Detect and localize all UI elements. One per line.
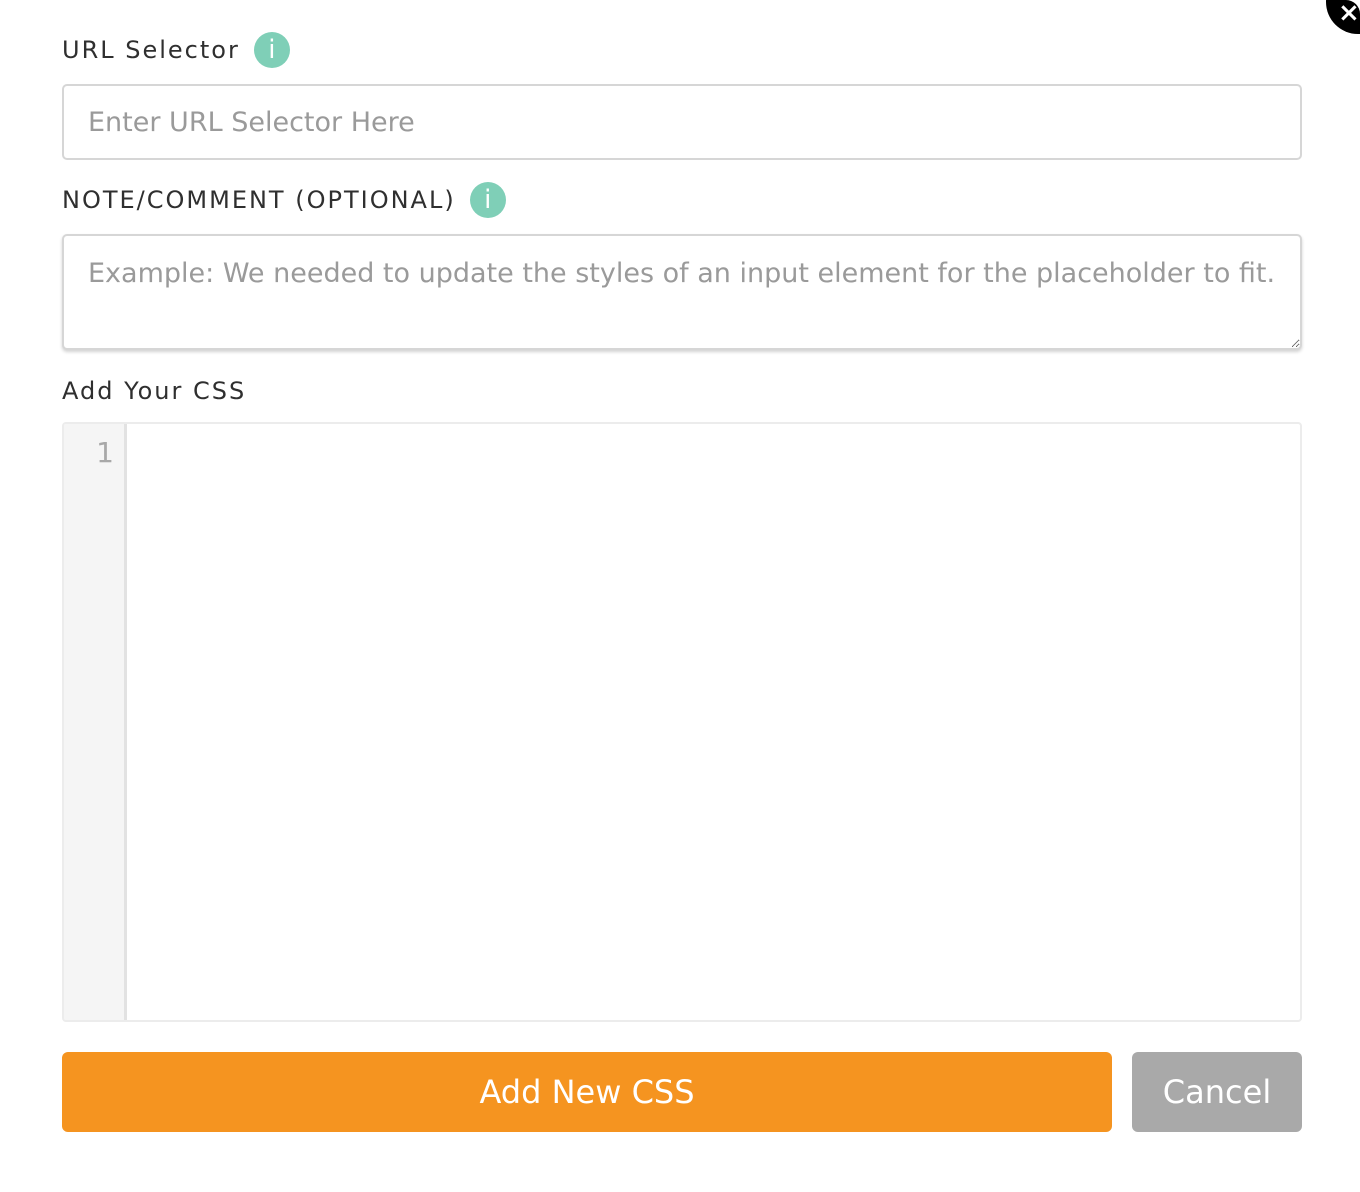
url-selector-label-row: URL Selector i	[62, 30, 290, 70]
url-selector-label: URL Selector	[62, 36, 240, 64]
note-textarea[interactable]	[62, 234, 1302, 350]
cancel-button[interactable]: Cancel	[1132, 1052, 1302, 1132]
note-label: NOTE/COMMENT (OPTIONAL)	[62, 186, 456, 214]
line-number-gutter: 1	[64, 424, 127, 1020]
add-css-modal: × URL Selector i NOTE/COMMENT (OPTIONAL)…	[0, 0, 1360, 1192]
code-input-area[interactable]	[127, 424, 1300, 1020]
css-editor-label: Add Your CSS	[62, 377, 247, 405]
note-label-row: NOTE/COMMENT (OPTIONAL) i	[62, 180, 506, 220]
info-icon[interactable]: i	[469, 182, 506, 218]
url-selector-input[interactable]	[62, 84, 1302, 160]
close-button[interactable]: ×	[1326, 0, 1360, 34]
info-icon[interactable]: i	[253, 32, 290, 68]
line-number: 1	[96, 436, 114, 469]
add-new-css-button[interactable]: Add New CSS	[62, 1052, 1112, 1132]
css-editor-label-row: Add Your CSS	[62, 371, 246, 411]
close-icon: ×	[1338, 0, 1360, 28]
css-code-editor[interactable]: 1	[62, 422, 1302, 1022]
